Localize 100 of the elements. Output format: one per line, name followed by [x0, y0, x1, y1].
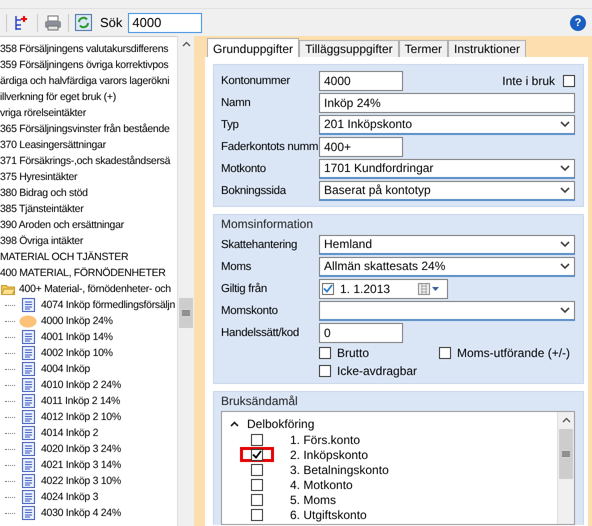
checkbox[interactable] [563, 74, 575, 86]
refresh-icon[interactable] [75, 14, 92, 31]
list-item: 2. Inköpskonto [290, 448, 368, 462]
document-icon [22, 506, 34, 520]
tree-item[interactable]: 4022 Inköp 3 10% [41, 475, 121, 487]
dropdown[interactable]: Hemland [319, 234, 575, 254]
scroll-up-icon[interactable] [182, 41, 190, 47]
document-icon [22, 298, 34, 312]
scrollbar[interactable] [557, 412, 574, 524]
checkbox[interactable] [251, 464, 263, 476]
dropdown[interactable]: Allmän skattesats 24% [319, 256, 575, 276]
field-label: Bokningssida [221, 184, 288, 196]
collapse-icon[interactable] [230, 421, 239, 427]
tree-item[interactable]: 4021 Inköp 3 14% [41, 459, 121, 471]
group-title: Momsinformation [221, 217, 314, 231]
document-icon [22, 378, 34, 392]
tree-item[interactable]: 4011 Inköp 2 14% [41, 395, 120, 407]
tree-item[interactable]: 4030 Inköp 4 24% [41, 507, 121, 519]
checkbox[interactable] [319, 365, 331, 377]
tree-item[interactable]: 4000 Inköp 24% [41, 315, 113, 327]
tab[interactable]: Termer [398, 40, 448, 57]
checkbox-label: Moms-utförande (+/-) [457, 346, 570, 360]
tab[interactable]: Instruktioner [448, 40, 526, 57]
tree-item[interactable]: 365 Försäljningsvinster från bestående [0, 123, 170, 135]
calendar-icon [418, 282, 440, 294]
checkbox[interactable] [251, 494, 263, 506]
field-label: Skattehantering [221, 238, 298, 250]
tab[interactable]: Tilläggsuppgifter [299, 40, 399, 57]
list-item: 4. Motkonto [290, 478, 353, 492]
field-label: Faderkontots numm [221, 140, 319, 152]
document-icon [22, 410, 34, 424]
document-icon [22, 442, 34, 456]
tree-item[interactable]: 4024 Inköp 3 [41, 491, 98, 503]
tree-item[interactable]: 390 Aroden och ersättningar [0, 219, 124, 231]
document-icon [22, 362, 34, 376]
tree-item[interactable]: 398 Övriga intäkter [0, 235, 84, 247]
document-icon [22, 394, 34, 408]
document-icon [22, 330, 34, 344]
tree-item[interactable]: 4012 Inköp 2 10% [41, 411, 121, 423]
group-label: Delbokföring [247, 417, 314, 431]
tree-item[interactable]: illverkning för eget bruk (+) [0, 91, 116, 103]
checkbox-label: Icke-avdragbar [337, 364, 418, 378]
tree-item[interactable]: 370 Leasingersättningar [0, 139, 106, 151]
list-item: 3. Betalningskonto [290, 462, 389, 476]
tree-item[interactable]: 4074 Inköp förmedlingsförsäljn [41, 299, 176, 311]
scroll-up-icon[interactable] [562, 417, 570, 423]
dropdown[interactable] [319, 300, 575, 320]
dropdown[interactable]: Baserat på kontotyp [319, 180, 575, 200]
tree-item[interactable]: vriga rörelseintäkter [0, 107, 86, 119]
field-label: Momskonto [221, 304, 279, 316]
tree-item[interactable]: 358 Försäljningens valutakursdifferens [0, 43, 168, 55]
tree-item[interactable]: 4002 Inköp 10% [41, 347, 113, 359]
document-icon [22, 458, 34, 472]
tree-item[interactable]: 375 Hyresintäkter [0, 171, 78, 183]
checkbox-label: Brutto [337, 346, 370, 360]
checkbox[interactable] [251, 434, 263, 446]
tree-item[interactable]: 400 MATERIAL, FÖRNÖDENHETER [0, 267, 166, 279]
field-label: Moms [221, 260, 252, 272]
grip-icon[interactable] [182, 310, 190, 316]
tree-item[interactable]: 400+ Material-, förnödenheter- och [19, 283, 171, 295]
document-icon [22, 346, 34, 360]
field-label: Namn [221, 96, 252, 108]
dropdown[interactable]: 1701 Kundfordringar [319, 158, 575, 178]
date-picker[interactable]: 1. 1.2013 [319, 278, 448, 298]
input-field[interactable]: 400+ [319, 136, 403, 156]
tree-item[interactable]: 4014 Inköp 2 [41, 427, 98, 439]
field-label: Giltig från [221, 282, 268, 294]
list-item: 1. Förs.konto [290, 432, 360, 446]
input-field[interactable]: Inköp 24% [319, 92, 575, 112]
tab[interactable]: Grunduppgifter [207, 38, 300, 57]
tree-item[interactable]: ärdiga och halvfärdiga varors lagerökni [0, 75, 170, 87]
help-icon[interactable]: ? [570, 14, 586, 30]
tree-item[interactable]: 371 Försäkrings-,och skadeståndsersä [0, 155, 170, 167]
checkbox[interactable] [251, 478, 263, 490]
checkbox[interactable] [251, 448, 263, 460]
field-label: Motkonto [221, 162, 267, 174]
list-item: 6. Utgiftskonto [290, 508, 367, 522]
checkbox[interactable] [439, 347, 451, 359]
tree-item[interactable]: 4010 Inköp 2 24% [41, 379, 121, 391]
tree-item[interactable]: 4004 Inköp [41, 363, 90, 375]
grip-icon[interactable] [562, 451, 570, 457]
document-icon [22, 426, 34, 440]
list-item: 5. Moms [290, 492, 336, 506]
input-field[interactable]: 4000 [319, 70, 403, 90]
scrollbar[interactable] [177, 36, 194, 526]
print-icon[interactable] [44, 14, 62, 30]
tree-item[interactable]: 380 Bidrag och stöd [0, 187, 88, 199]
tree-item[interactable]: MATERIAL OCH TJÄNSTER [0, 251, 128, 263]
tree-item[interactable]: 4020 Inköp 3 24% [41, 443, 121, 455]
input-field[interactable]: 0 [319, 322, 403, 342]
field-label: Handelssätt/kod [221, 326, 300, 338]
tree-item[interactable]: 359 Försäljningens övriga korrektivpos [0, 59, 168, 71]
document-icon [22, 474, 34, 488]
checkbox[interactable] [251, 508, 263, 520]
checkbox[interactable] [319, 347, 331, 359]
tree-item[interactable]: 385 Tjänsteintäkter [0, 203, 84, 215]
search-field[interactable]: 4000 [128, 12, 202, 32]
checkbox[interactable] [322, 282, 334, 294]
dropdown[interactable]: 201 Inköpskonto [319, 114, 575, 134]
tree-item[interactable]: 4001 Inköp 14% [41, 331, 113, 343]
